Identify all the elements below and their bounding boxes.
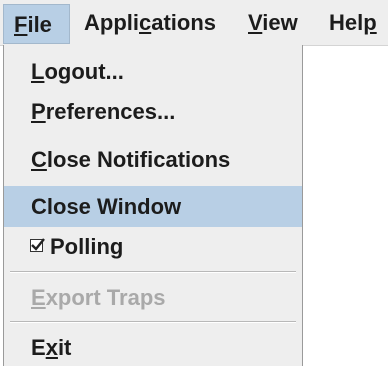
menu-item-logout-label: Logout... bbox=[31, 59, 124, 84]
menu-file-label: File bbox=[14, 12, 52, 37]
menu-item-close-window[interactable]: Close Window bbox=[4, 186, 302, 227]
menu-item-exit-label: Exit bbox=[31, 335, 72, 360]
menu-item-polling[interactable]: Polling bbox=[4, 227, 302, 267]
menu-bar: File Applications View Help bbox=[0, 0, 388, 46]
menu-help[interactable]: Help bbox=[329, 7, 377, 39]
menu-applications-label: Applications bbox=[84, 10, 217, 35]
menu-separator bbox=[10, 271, 296, 273]
menu-separator bbox=[10, 321, 296, 323]
menu-item-export-traps-label: Export Traps bbox=[31, 285, 166, 310]
menu-file[interactable]: File bbox=[3, 4, 70, 44]
menu-view[interactable]: View bbox=[248, 7, 298, 39]
menu-applications[interactable]: Applications bbox=[84, 7, 216, 39]
file-menu-dropdown: Logout... Preferences... Close Notificat… bbox=[3, 45, 303, 366]
menu-item-polling-label: Polling bbox=[50, 234, 124, 259]
menu-view-label: View bbox=[248, 10, 298, 35]
checkbox-icon[interactable] bbox=[30, 238, 45, 252]
menu-help-label: Help bbox=[329, 10, 377, 35]
menu-item-export-traps[interactable]: Export Traps bbox=[4, 278, 302, 318]
menu-item-preferences-label: Preferences... bbox=[31, 99, 176, 124]
menu-item-preferences[interactable]: Preferences... bbox=[4, 92, 302, 132]
menu-item-close-notifications[interactable]: Close Notifications bbox=[4, 140, 302, 180]
menu-item-logout[interactable]: Logout... bbox=[4, 52, 302, 92]
menu-item-exit[interactable]: Exit bbox=[4, 328, 302, 366]
menu-item-close-window-label: Close Window bbox=[31, 194, 182, 219]
app-window: File Applications View Help Logout... Pr… bbox=[0, 0, 388, 366]
checkmark-icon bbox=[31, 238, 45, 251]
menu-item-close-notifications-label: Close Notifications bbox=[31, 147, 231, 172]
